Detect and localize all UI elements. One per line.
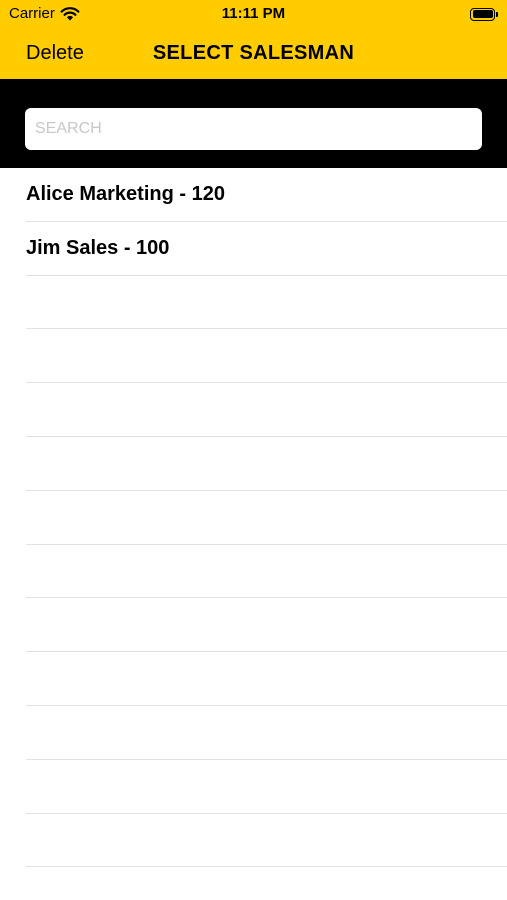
empty-list-row — [26, 329, 507, 384]
status-bar: Carrier 11:11 PM — [0, 0, 507, 28]
list-item-label: Jim Sales - 100 — [26, 236, 170, 259]
salesman-list: Alice Marketing - 120 Jim Sales - 100 — [0, 168, 507, 868]
empty-list-row — [26, 652, 507, 706]
empty-list-row — [26, 276, 507, 330]
empty-list-row — [26, 383, 507, 437]
empty-list-row — [26, 437, 507, 491]
list-item[interactable]: Alice Marketing - 120 — [26, 168, 507, 222]
empty-list-row — [26, 760, 507, 814]
battery-icon — [470, 7, 498, 21]
search-input[interactable] — [25, 108, 482, 150]
search-bar — [0, 79, 507, 168]
empty-list-row — [26, 545, 507, 599]
status-time: 11:11 PM — [221, 5, 286, 22]
empty-list-row — [26, 814, 507, 868]
list-item-label: Alice Marketing - 120 — [26, 182, 225, 205]
empty-list-row — [26, 598, 507, 653]
empty-list-row — [26, 706, 507, 760]
header: Carrier 11:11 PM Delete SELECT SALESMAN — [0, 0, 507, 79]
page-title: SELECT SALESMAN — [152, 42, 355, 64]
navigation-bar: Delete SELECT SALESMAN — [0, 28, 507, 79]
list-item[interactable]: Jim Sales - 100 — [26, 222, 507, 276]
empty-list-row — [26, 491, 507, 545]
